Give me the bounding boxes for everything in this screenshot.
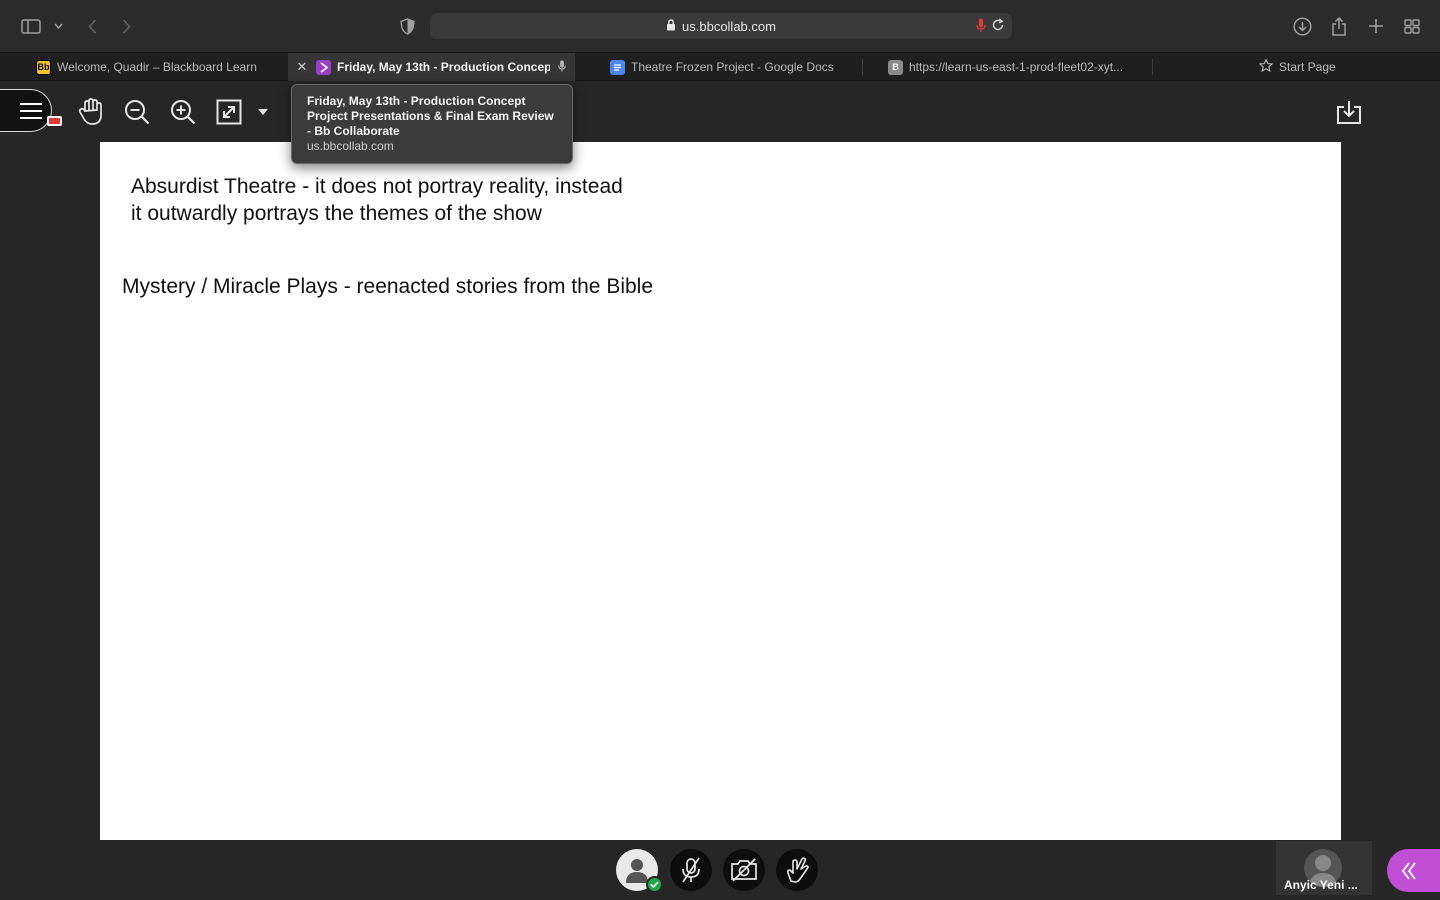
tab-hover-tooltip: Friday, May 13th - Production Concept Pr… bbox=[291, 84, 573, 164]
address-bar[interactable]: us.bbcollab.com bbox=[430, 13, 1012, 39]
share-icon[interactable] bbox=[1328, 12, 1350, 40]
tab-bb-collaborate[interactable]: ✕ Friday, May 13th - Production Concept … bbox=[288, 53, 575, 81]
tab-divider bbox=[1152, 59, 1153, 75]
tab-google-docs[interactable]: Theatre Frozen Project - Google Docs bbox=[610, 53, 860, 81]
user-avatar-icon bbox=[626, 859, 648, 883]
tab-bar: Bb Welcome, Quadir – Blackboard Learn ✕ … bbox=[0, 52, 1440, 81]
tab-overview-icon[interactable] bbox=[1402, 12, 1422, 40]
download-whiteboard-button[interactable] bbox=[1333, 96, 1365, 128]
hamburger-menu-icon bbox=[20, 103, 42, 124]
tab-learn-url[interactable]: B https://learn-us-east-1-prod-fleet02-x… bbox=[888, 53, 1128, 81]
tab-microphone-icon bbox=[558, 60, 566, 75]
whiteboard-canvas[interactable]: Absurdist Theatre - it does not portray … bbox=[100, 142, 1341, 840]
new-tab-icon[interactable] bbox=[1366, 12, 1386, 40]
participant-name: Anyic Yeni ... bbox=[1284, 878, 1358, 892]
tab-label: Theatre Frozen Project - Google Docs bbox=[631, 60, 834, 74]
downloads-icon[interactable] bbox=[1290, 12, 1314, 40]
google-docs-favicon-icon bbox=[610, 59, 625, 75]
tab-label: Start Page bbox=[1279, 60, 1336, 74]
tab-blackboard-learn[interactable]: Bb Welcome, Quadir – Blackboard Learn bbox=[36, 53, 286, 81]
camera-off-button[interactable] bbox=[723, 849, 765, 891]
status-check-icon bbox=[646, 876, 663, 893]
microphone-recording-icon[interactable] bbox=[976, 18, 986, 36]
back-icon[interactable] bbox=[84, 12, 100, 40]
tab-start-page[interactable]: Start Page bbox=[1259, 53, 1379, 81]
participant-video-tile[interactable]: Anyic Yeni ... bbox=[1276, 841, 1372, 895]
url-text: us.bbcollab.com bbox=[682, 18, 776, 34]
open-collaborate-panel-button[interactable] bbox=[1387, 849, 1440, 892]
tab-label: Friday, May 13th - Production Concept P.… bbox=[337, 60, 550, 74]
chevron-down-icon[interactable] bbox=[51, 12, 65, 40]
raise-hand-icon bbox=[786, 857, 809, 883]
sidebar-toggle-icon[interactable] bbox=[20, 12, 42, 40]
tab-label: Welcome, Quadir – Blackboard Learn bbox=[57, 60, 257, 74]
camera-off-icon bbox=[731, 858, 757, 882]
browser-toolbar: us.bbcollab.com bbox=[0, 0, 1440, 52]
zoom-out-button[interactable] bbox=[120, 96, 154, 128]
lock-icon bbox=[666, 18, 676, 34]
recording-indicator-icon bbox=[47, 116, 62, 126]
whiteboard-text-mystery-plays[interactable]: Mystery / Miracle Plays - reenacted stor… bbox=[122, 273, 653, 300]
collab-favicon-icon bbox=[316, 59, 331, 75]
microphone-muted-button[interactable] bbox=[670, 849, 712, 891]
privacy-shield-icon[interactable] bbox=[397, 12, 417, 40]
b-favicon: B bbox=[888, 59, 903, 75]
tab-divider bbox=[862, 59, 863, 75]
tab-label: https://learn-us-east-1-prod-fleet02-xyt… bbox=[909, 60, 1124, 74]
fit-to-screen-button[interactable] bbox=[212, 96, 246, 128]
session-menu-button[interactable] bbox=[0, 89, 52, 132]
zoom-options-dropdown-icon[interactable] bbox=[252, 96, 274, 128]
zoom-in-button[interactable] bbox=[166, 96, 200, 128]
tooltip-title: Friday, May 13th - Production Concept Pr… bbox=[307, 94, 554, 138]
close-tab-icon[interactable]: ✕ bbox=[294, 59, 310, 75]
raise-hand-button[interactable] bbox=[776, 849, 818, 891]
whiteboard-text-absurdist-theatre[interactable]: Absurdist Theatre - it does not portray … bbox=[131, 173, 631, 227]
forward-icon[interactable] bbox=[118, 12, 134, 40]
reload-icon[interactable] bbox=[991, 18, 1005, 35]
microphone-muted-icon bbox=[682, 857, 700, 883]
blackboard-favicon: Bb bbox=[36, 59, 51, 75]
pan-hand-tool-button[interactable] bbox=[74, 96, 108, 128]
double-chevron-left-icon bbox=[1401, 861, 1416, 880]
star-icon bbox=[1259, 58, 1274, 75]
tooltip-url: us.bbcollab.com bbox=[307, 139, 394, 153]
